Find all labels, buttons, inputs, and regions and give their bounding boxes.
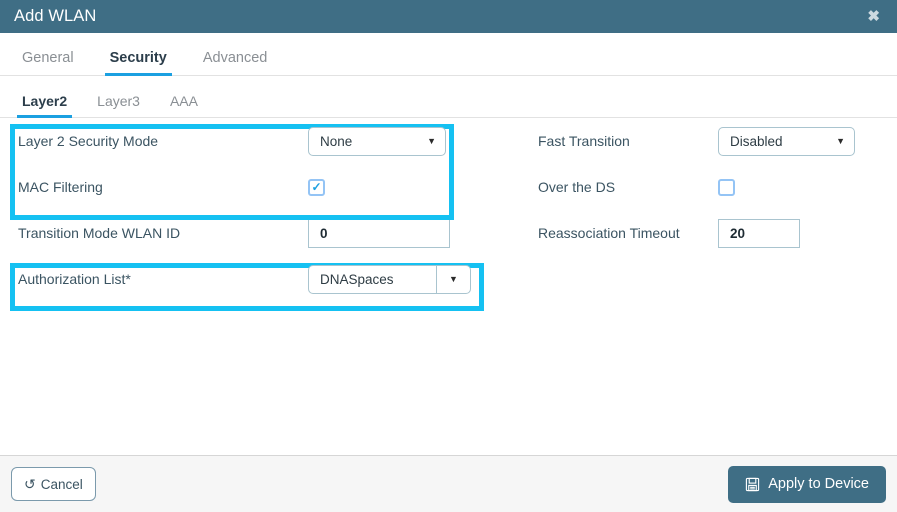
chevron-down-icon: ▼	[436, 265, 470, 293]
label-authorization-list: Authorization List*	[18, 271, 131, 287]
undo-icon: ↺	[24, 476, 36, 492]
label-mac-filtering: MAC Filtering	[18, 179, 103, 195]
over-the-ds-checkbox[interactable]	[718, 178, 735, 196]
tab-advanced[interactable]: Advanced	[201, 50, 270, 75]
dialog-titlebar: Add WLAN ✖	[0, 0, 897, 33]
add-wlan-dialog: Add WLAN ✖ General Security Advanced Lay…	[0, 0, 897, 512]
cancel-button[interactable]: ↺ Cancel	[11, 467, 96, 501]
label-reassociation-timeout: Reassociation Timeout	[538, 225, 680, 241]
reassociation-timeout-input[interactable]: 20	[718, 218, 800, 248]
secondary-tab-bar: Layer2 Layer3 AAA	[0, 78, 897, 118]
row-authorization-list: Authorization List* DNASpaces ▼	[0, 256, 500, 302]
dialog-title: Add WLAN	[14, 7, 97, 25]
apply-to-device-label: Apply to Device	[768, 476, 869, 492]
form-column-right: Fast Transition Disabled ▼ Over the DS R…	[520, 118, 880, 256]
row-layer2-security-mode: Layer 2 Security Mode None ▼	[0, 118, 500, 164]
label-over-the-ds: Over the DS	[538, 179, 616, 195]
close-icon[interactable]: ✖	[864, 7, 883, 26]
fast-transition-value: Disabled	[730, 133, 783, 149]
tab-aaa[interactable]: AAA	[168, 93, 200, 117]
tab-layer2[interactable]: Layer2	[16, 93, 73, 118]
chevron-down-icon: ▼	[836, 135, 845, 146]
label-transition-mode-wlan-id: Transition Mode WLAN ID	[18, 225, 181, 241]
fast-transition-select[interactable]: Disabled ▼	[718, 126, 855, 156]
row-fast-transition: Fast Transition Disabled ▼	[520, 118, 880, 164]
apply-to-device-button[interactable]: Apply to Device	[728, 465, 886, 503]
authorization-list-value: DNASpaces	[320, 271, 394, 287]
layer2-security-mode-select[interactable]: None ▼	[308, 126, 446, 156]
tab-general[interactable]: General	[20, 50, 76, 75]
tab-layer3[interactable]: Layer3	[95, 93, 142, 117]
form-area: Layer 2 Security Mode None ▼ MAC Filteri…	[0, 118, 897, 455]
authorization-list-select[interactable]: DNASpaces ▼	[308, 264, 471, 294]
transition-mode-wlan-id-input[interactable]: 0	[308, 218, 450, 248]
dialog-footer: ↺ Cancel Apply to Device	[0, 455, 897, 512]
row-reassociation-timeout: Reassociation Timeout 20	[520, 210, 880, 256]
save-floppy-icon	[745, 477, 760, 492]
row-over-the-ds: Over the DS	[520, 164, 880, 210]
form-column-left: Layer 2 Security Mode None ▼ MAC Filteri…	[0, 118, 500, 311]
cancel-button-label: Cancel	[40, 476, 83, 492]
layer2-security-mode-value: None	[320, 133, 353, 149]
tab-security[interactable]: Security	[104, 50, 173, 76]
check-icon: ✓	[311, 180, 322, 194]
row-mac-filtering: MAC Filtering ✓	[0, 164, 500, 210]
row-transition-mode-wlan-id: Transition Mode WLAN ID 0	[0, 210, 500, 256]
label-layer2-security-mode: Layer 2 Security Mode	[18, 133, 159, 149]
primary-tab-bar: General Security Advanced	[0, 33, 897, 76]
mac-filtering-checkbox[interactable]: ✓	[308, 178, 325, 196]
chevron-down-icon: ▼	[427, 135, 436, 146]
label-fast-transition: Fast Transition	[538, 133, 630, 149]
